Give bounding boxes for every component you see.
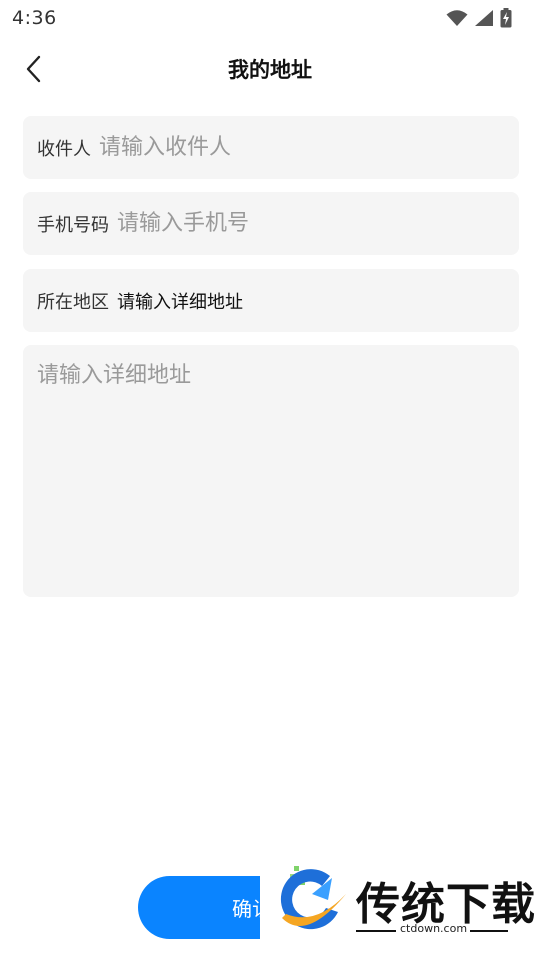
back-button[interactable] — [14, 49, 54, 89]
phone-field: 手机号码 — [23, 192, 519, 255]
status-icons — [446, 8, 512, 28]
recipient-label: 收件人 — [37, 138, 91, 160]
detail-address-input[interactable] — [23, 345, 519, 597]
watermark-logo-icon — [280, 866, 346, 930]
watermark-line-right — [470, 930, 508, 932]
watermark-line-left — [356, 930, 396, 932]
watermark: 传统下载 ctdown.com — [260, 858, 540, 960]
region-value[interactable]: 请输入详细地址 — [117, 288, 243, 314]
wifi-icon — [446, 10, 468, 26]
page-title: 我的地址 — [228, 58, 312, 82]
region-field[interactable]: 所在地区 请输入详细地址 — [23, 269, 519, 332]
region-label: 所在地区 — [37, 291, 109, 313]
address-page: 4:36 我的地址 收件人 手机号码 — [0, 0, 540, 960]
header: 我的地址 — [0, 36, 540, 102]
recipient-field: 收件人 — [23, 116, 519, 179]
status-bar: 4:36 — [0, 0, 540, 36]
battery-charging-icon — [500, 8, 512, 28]
status-time: 4:36 — [12, 7, 57, 29]
phone-label: 手机号码 — [37, 214, 109, 236]
watermark-url: ctdown.com — [400, 922, 468, 935]
recipient-input[interactable] — [99, 116, 519, 179]
phone-input[interactable] — [117, 192, 519, 255]
chevron-left-icon — [26, 55, 41, 83]
signal-icon — [475, 10, 493, 26]
